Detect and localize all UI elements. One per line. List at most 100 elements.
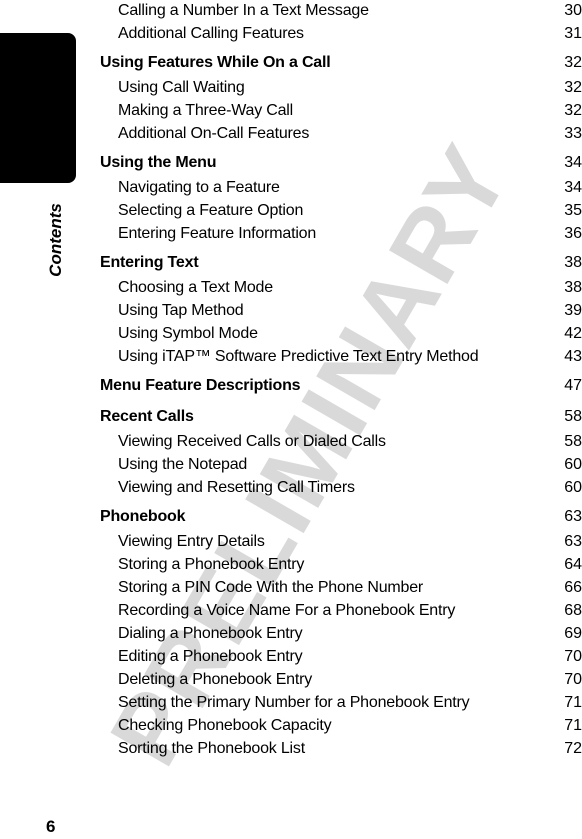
toc-entry[interactable]: Additional On-Call Features 33: [100, 122, 582, 145]
toc-entry[interactable]: Checking Phonebook Capacity 71: [100, 714, 582, 737]
dot-leader: [204, 266, 559, 267]
toc-entry[interactable]: Viewing Received Calls or Dialed Calls 58: [100, 430, 582, 453]
toc-section-entry[interactable]: Using Features While On a Call 32: [100, 45, 582, 76]
toc-entry-title: Calling a Number In a Text Message: [118, 2, 369, 19]
toc-section-entry[interactable]: Entering Text 38: [100, 245, 582, 276]
toc-entry-page: 69: [564, 625, 582, 642]
toc-entry-page: 42: [564, 325, 582, 342]
dot-leader: [306, 389, 559, 390]
toc-entry[interactable]: Dialing a Phonebook Entry 69: [100, 622, 582, 645]
toc-entry-page: 60: [564, 479, 582, 496]
toc-entry-page: 70: [564, 671, 582, 688]
toc-entry-title: Using the Notepad: [118, 456, 248, 473]
toc-entry-page: 33: [564, 125, 582, 142]
toc-entry-page: 63: [564, 533, 582, 550]
toc-entry-title: Entering Feature Information: [118, 225, 317, 242]
toc-entry-title: Editing a Phonebook Entry: [118, 648, 303, 665]
toc-entry-page: 35: [564, 202, 582, 219]
dot-leader: [299, 114, 559, 115]
toc-entry-title: Entering Text: [100, 254, 199, 271]
toc-entry-page: 68: [564, 602, 582, 619]
toc-entry-page: 63: [564, 508, 582, 525]
toc-entry[interactable]: Choosing a Text Mode 38: [100, 276, 582, 299]
toc-entry-title: Using iTAP™ Software Predictive Text Ent…: [118, 348, 479, 365]
toc-entry-title: Setting the Primary Number for a Phonebo…: [118, 694, 470, 711]
toc-entry[interactable]: Making a Three-Way Call 32: [100, 99, 582, 122]
dot-leader: [484, 360, 559, 361]
toc-entry-title: Menu Feature Descriptions: [100, 377, 301, 394]
toc-entry[interactable]: Using Tap Method 39: [100, 299, 582, 322]
toc-section-entry[interactable]: Menu Feature Descriptions 47: [100, 368, 582, 399]
dot-leader: [461, 614, 559, 615]
toc-section-entry[interactable]: Recent Calls 58: [100, 399, 582, 430]
dot-leader: [279, 291, 559, 292]
section-label: Contents: [46, 203, 65, 277]
toc-entry[interactable]: Additional Calling Features 31: [100, 22, 582, 45]
dot-leader: [322, 237, 559, 238]
toc-entry-page: 58: [564, 433, 582, 450]
toc-entry[interactable]: Using the Notepad 60: [100, 453, 582, 476]
toc-entry-page: 66: [564, 579, 582, 596]
toc-entry-title: Selecting a Feature Option: [118, 202, 304, 219]
toc-entry-page: 32: [564, 54, 582, 71]
toc-entry-title: Viewing Entry Details: [118, 533, 265, 550]
toc-entry-title: Sorting the Phonebook List: [118, 740, 305, 757]
toc-entry-page: 38: [564, 254, 582, 271]
toc-entry-page: 60: [564, 456, 582, 473]
toc-entry-title: Making a Three-Way Call: [118, 102, 294, 119]
toc-entry[interactable]: Navigating to a Feature 34: [100, 176, 582, 199]
toc-entry-page: 34: [564, 154, 582, 171]
toc-entry-page: 70: [564, 648, 582, 665]
toc-entry-page: 64: [564, 556, 582, 573]
dot-leader: [375, 14, 559, 15]
toc-entry-title: Choosing a Text Mode: [118, 279, 273, 296]
toc-entry-title: Additional Calling Features: [118, 25, 304, 42]
toc-entry[interactable]: Setting the Primary Number for a Phonebo…: [100, 691, 582, 714]
toc-entry-title: Using Symbol Mode: [118, 325, 258, 342]
toc-entry-page: 72: [564, 740, 582, 757]
dot-leader: [249, 314, 559, 315]
toc-entry[interactable]: Storing a PIN Code With the Phone Number…: [100, 576, 582, 599]
toc-entry[interactable]: Sorting the Phonebook List 72: [100, 737, 582, 760]
toc-entry-title: Deleting a Phonebook Entry: [118, 671, 313, 688]
toc-entry-title: Storing a PIN Code With the Phone Number: [118, 579, 424, 596]
toc-entry[interactable]: Viewing and Resetting Call Timers 60: [100, 476, 582, 499]
toc-entry-title: Recent Calls: [100, 408, 194, 425]
toc-entry[interactable]: Using iTAP™ Software Predictive Text Ent…: [100, 345, 582, 368]
toc-section-entry[interactable]: Using the Menu 34: [100, 145, 582, 176]
dot-leader: [286, 191, 559, 192]
toc-section-entry[interactable]: Phonebook 63: [100, 499, 582, 530]
dot-leader: [361, 491, 559, 492]
toc-entry[interactable]: Storing a Phonebook Entry 64: [100, 553, 582, 576]
toc-entry-title: Using Call Waiting: [118, 79, 245, 96]
toc-entry-title: Phonebook: [100, 508, 186, 525]
toc-entry[interactable]: Using Call Waiting 32: [100, 76, 582, 99]
toc-entry-page: 34: [564, 179, 582, 196]
chapter-tab: [0, 33, 76, 183]
toc-entry-page: 32: [564, 102, 582, 119]
toc-entry[interactable]: Using Symbol Mode 42: [100, 322, 582, 345]
toc-entry[interactable]: Viewing Entry Details 63: [100, 530, 582, 553]
toc-entry-page: 58: [564, 408, 582, 425]
toc-entry-title: Using Features While On a Call: [100, 54, 331, 71]
toc-entry-title: Recording a Voice Name For a Phonebook E…: [118, 602, 456, 619]
dot-leader: [200, 420, 559, 421]
dot-leader: [315, 137, 559, 138]
toc-entry-title: Viewing Received Calls or Dialed Calls: [118, 433, 386, 450]
toc-entry-title: Additional On-Call Features: [118, 125, 310, 142]
toc-entry-title: Viewing and Resetting Call Timers: [118, 479, 355, 496]
toc-entry-page: 47: [564, 377, 582, 394]
toc-entry[interactable]: Calling a Number In a Text Message 30: [100, 0, 582, 22]
toc-entry-title: Navigating to a Feature: [118, 179, 280, 196]
toc-entry[interactable]: Entering Feature Information 36: [100, 222, 582, 245]
toc-entry[interactable]: Deleting a Phonebook Entry 70: [100, 668, 582, 691]
toc-entry[interactable]: Selecting a Feature Option 35: [100, 199, 582, 222]
toc-entry-title: Dialing a Phonebook Entry: [118, 625, 303, 642]
dot-leader: [337, 66, 560, 67]
dot-leader: [264, 337, 559, 338]
table-of-contents: Calling a Number In a Text Message 30 Addi…: [100, 0, 582, 760]
toc-entry-page: 38: [564, 279, 582, 296]
toc-entry[interactable]: Recording a Voice Name For a Phonebook E…: [100, 599, 582, 622]
toc-entry[interactable]: Editing a Phonebook Entry 70: [100, 645, 582, 668]
toc-entry-page: 32: [564, 79, 582, 96]
